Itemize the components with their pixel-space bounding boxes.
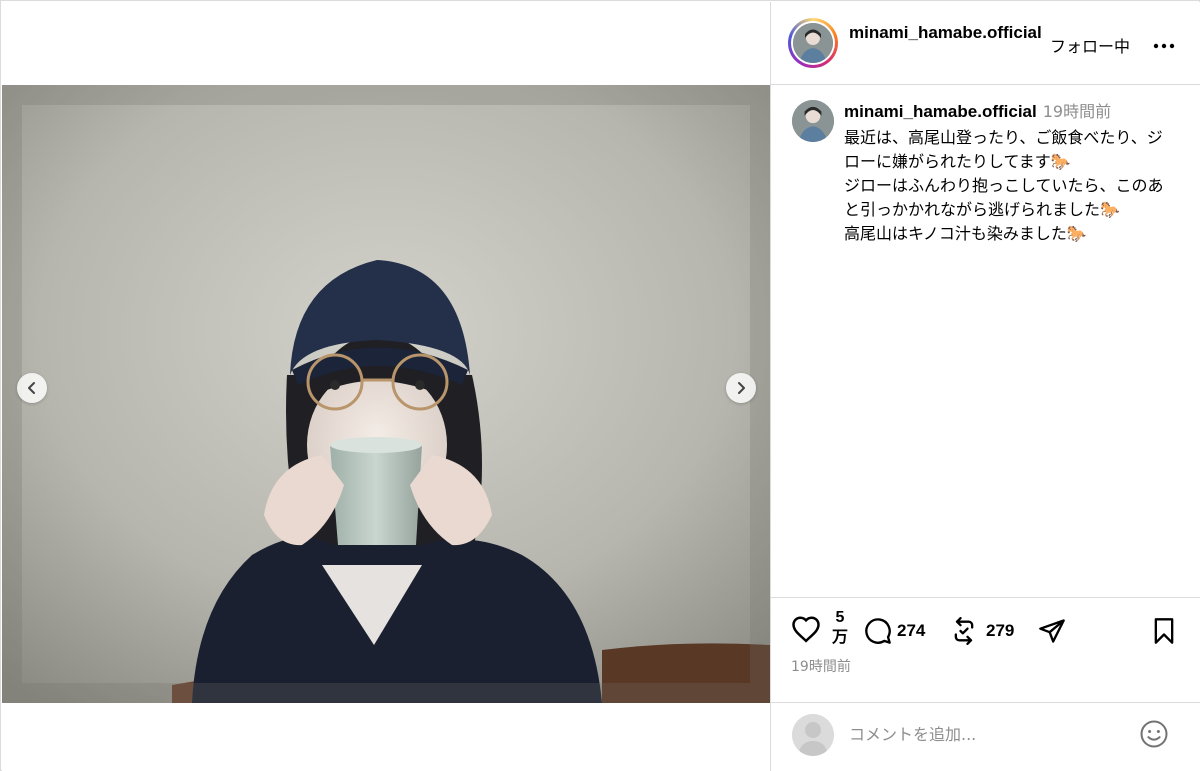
story-ring-avatar[interactable] — [788, 18, 838, 68]
caption-header: minami_hamabe.official 19時間前 — [844, 101, 1184, 123]
save-button[interactable] — [1151, 617, 1177, 645]
comment-bubble-icon — [865, 618, 891, 644]
chevron-left-icon — [28, 382, 35, 394]
comment-count: 274 — [897, 621, 926, 640]
more-dots-icon — [1153, 43, 1175, 49]
current-user-avatar — [792, 714, 834, 756]
caption-time: 19時間前 — [1042, 102, 1112, 121]
repost-button[interactable]: 279 — [950, 617, 1014, 645]
emoji-button[interactable] — [1139, 719, 1169, 753]
repost-count: 279 — [986, 621, 1015, 640]
comment-input[interactable] — [849, 721, 1129, 747]
repost-icon — [954, 617, 974, 645]
like-button[interactable] — [791, 615, 821, 643]
more-options-button[interactable] — [1153, 32, 1175, 52]
like-count[interactable]: 5万 — [829, 608, 851, 648]
post-media-area — [2, 2, 770, 771]
carousel-prev-button[interactable] — [17, 373, 47, 403]
chevron-right-icon — [738, 382, 745, 394]
post-actions: 5万 274 279 19時間前 — [771, 597, 1200, 702]
emoji-smile-icon — [1140, 720, 1168, 748]
following-button[interactable]: フォロー中 — [1050, 33, 1130, 57]
post-header: minami_hamabe.official フォロー中 — [771, 2, 1200, 85]
caption-avatar[interactable] — [792, 100, 834, 142]
header-username[interactable]: minami_hamabe.official — [849, 21, 1049, 45]
post-side-panel: minami_hamabe.official フォロー中 minami_hama… — [770, 2, 1200, 771]
share-button[interactable] — [1037, 617, 1067, 645]
post-photo[interactable] — [2, 85, 770, 703]
avatar — [793, 23, 833, 63]
comment-composer — [771, 702, 1200, 771]
caption-username[interactable]: minami_hamabe.official — [844, 102, 1037, 121]
instagram-post-window: minami_hamabe.official フォロー中 minami_hama… — [0, 0, 1200, 771]
heart-icon — [792, 616, 820, 643]
post-timestamp[interactable]: 19時間前 — [791, 656, 851, 676]
bookmark-icon — [1154, 618, 1174, 644]
photo-image — [2, 85, 770, 703]
carousel-next-button[interactable] — [726, 373, 756, 403]
comment-button[interactable]: 274 — [864, 617, 925, 645]
post-caption: minami_hamabe.official 19時間前 最近は、高尾山登ったり、… — [771, 85, 1200, 597]
caption-text: 最近は、高尾山登ったり、ご飯食べたり、ジローに嫌がられたりしてます🐎 ジローはふ… — [844, 128, 1164, 243]
send-icon — [1039, 619, 1065, 643]
default-user-icon — [792, 714, 834, 756]
